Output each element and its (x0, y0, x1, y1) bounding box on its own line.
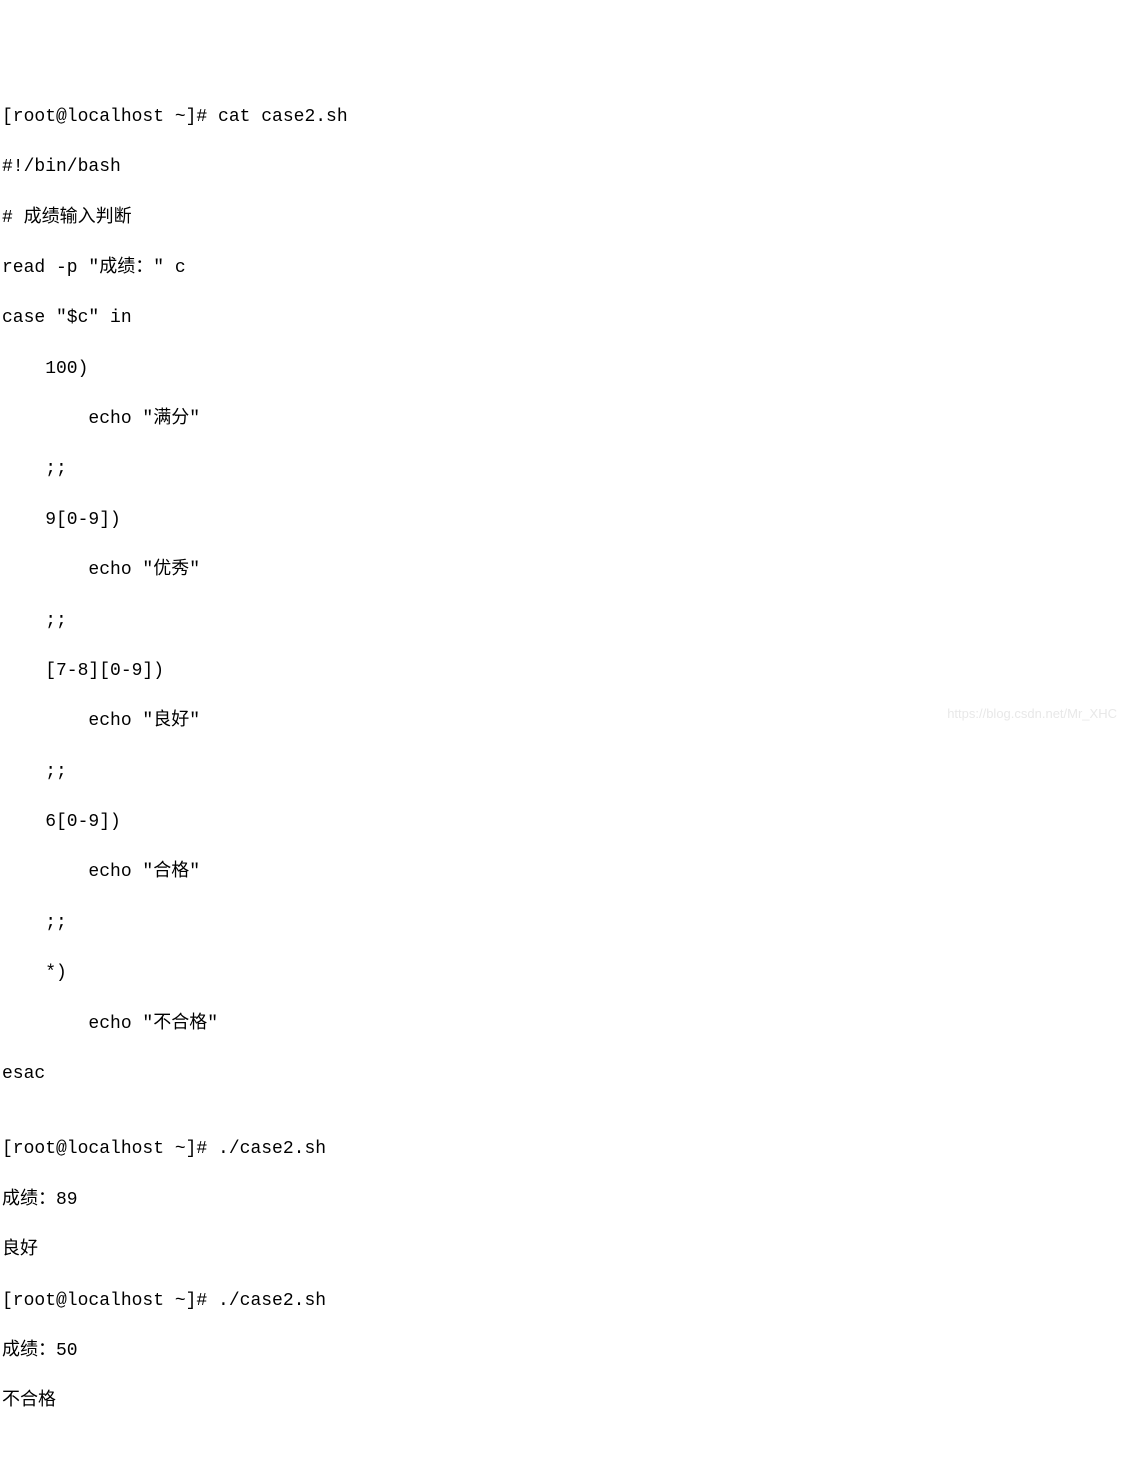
watermark-text: https://blog.csdn.net/Mr_XHC (947, 705, 1117, 723)
terminal-line: esac (2, 1062, 1127, 1087)
terminal-line: [root@localhost ~]# ./case2.sh (2, 1137, 1127, 1162)
terminal-line: ;; (2, 760, 1127, 785)
terminal-line: #!/bin/bash (2, 155, 1127, 180)
terminal-line: 9[0-9]) (2, 508, 1127, 533)
terminal-line: ;; (2, 609, 1127, 634)
terminal-line: *) (2, 961, 1127, 986)
terminal-line: echo "满分" (2, 407, 1127, 432)
terminal-line: read -p "成绩：" c (2, 256, 1127, 281)
terminal-line: ;; (2, 457, 1127, 482)
terminal-line: 成绩：50 (2, 1339, 1127, 1364)
terminal-line: [root@localhost ~]# ./case2.sh (2, 1289, 1127, 1314)
terminal-line: 6[0-9]) (2, 810, 1127, 835)
terminal-line: 不合格 (2, 1389, 1127, 1414)
terminal-line: case "$c" in (2, 306, 1127, 331)
terminal-line: echo "合格" (2, 860, 1127, 885)
terminal-line: [root@localhost ~]# cat case2.sh (2, 105, 1127, 130)
terminal-line: 100) (2, 357, 1127, 382)
terminal-line: echo "优秀" (2, 558, 1127, 583)
terminal-line: ;; (2, 911, 1127, 936)
terminal-line: 成绩：89 (2, 1188, 1127, 1213)
terminal-line: 良好 (2, 1238, 1127, 1263)
terminal-line: # 成绩输入判断 (2, 206, 1127, 231)
terminal-line: echo "不合格" (2, 1012, 1127, 1037)
terminal-line: [7-8][0-9]) (2, 659, 1127, 684)
